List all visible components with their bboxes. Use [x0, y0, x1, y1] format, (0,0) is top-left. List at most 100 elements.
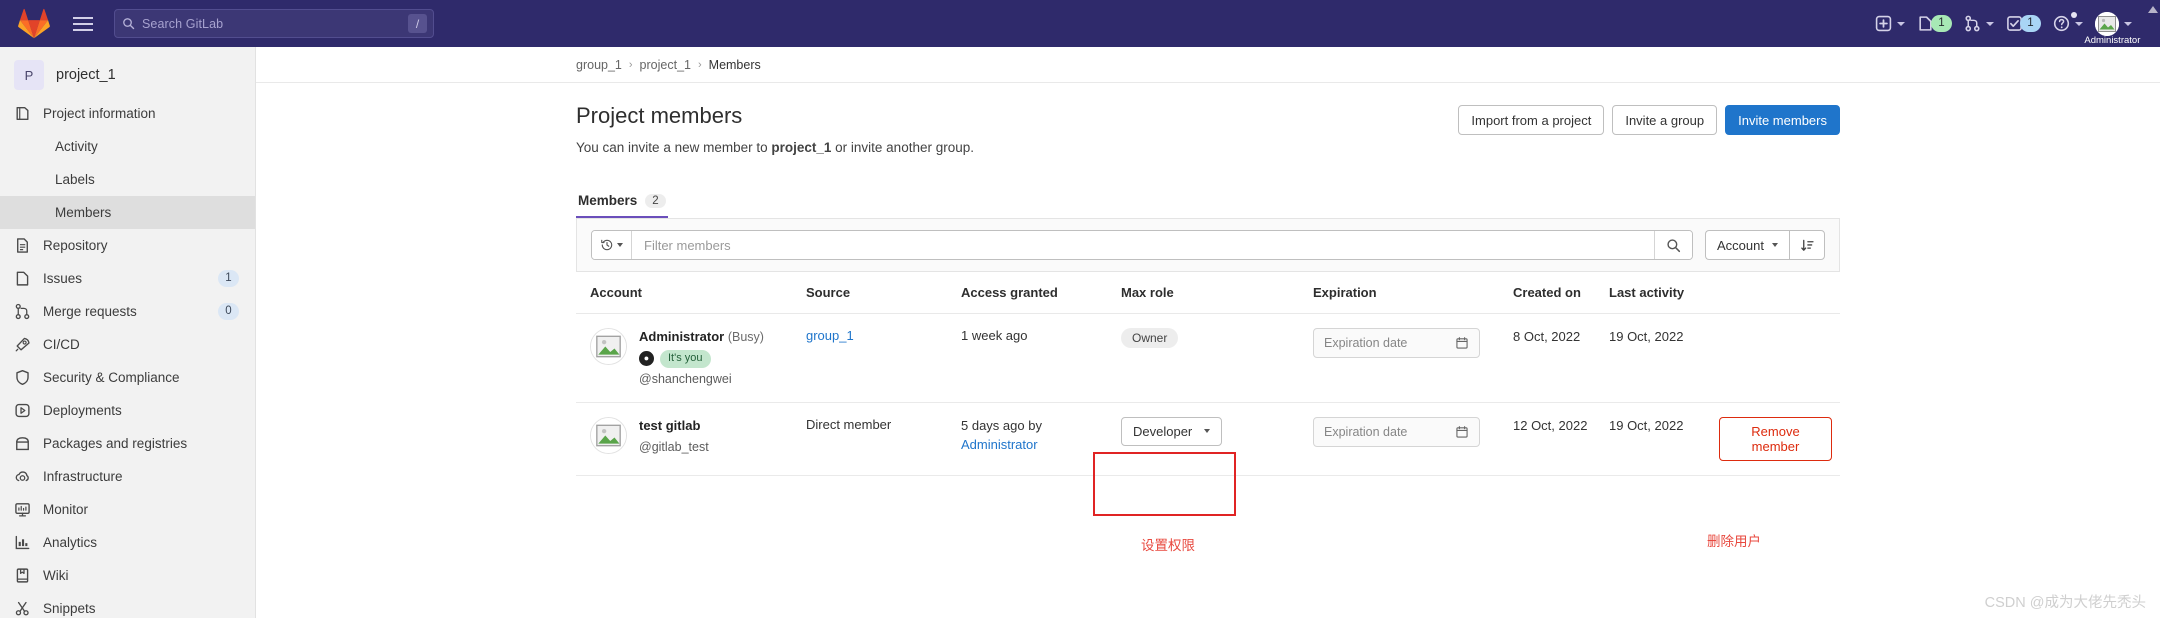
- sidebar-item-wiki[interactable]: Wiki: [0, 559, 255, 592]
- sidebar-item-deployments[interactable]: Deployments: [0, 394, 255, 427]
- gitlab-logo-icon[interactable]: [18, 8, 50, 40]
- filter-search-button[interactable]: [1654, 231, 1693, 259]
- global-search-box[interactable]: Search GitLab /: [114, 9, 434, 38]
- expiration-date-input[interactable]: Expiration date: [1313, 416, 1480, 447]
- members-table-head: Account Source Access granted Max role E…: [576, 272, 1840, 314]
- create-new-button[interactable]: [1869, 0, 1911, 47]
- sidebar-item-labels[interactable]: Labels: [0, 163, 255, 196]
- wiki-book-icon: [16, 568, 29, 583]
- member-name[interactable]: Administrator: [639, 329, 724, 344]
- source-group-link[interactable]: group_1: [806, 328, 854, 343]
- todos-count-badge: 1: [2020, 15, 2041, 32]
- sidebar-item-activity[interactable]: Activity: [0, 130, 255, 163]
- member-status-note: (Busy): [727, 330, 764, 344]
- page-subtitle-project: project_1: [771, 140, 832, 155]
- shield-icon: [16, 370, 29, 385]
- search-placeholder: Search GitLab: [142, 16, 224, 31]
- status-emoji-icon[interactable]: ●: [639, 351, 654, 367]
- max-role-dropdown[interactable]: Developer: [1121, 416, 1223, 446]
- sidebar-item-label: Wiki: [43, 568, 69, 583]
- sidebar-item-label: Deployments: [43, 403, 122, 418]
- chevron-down-icon: [2124, 21, 2132, 26]
- sidebar-item-snippets[interactable]: Snippets: [0, 592, 255, 618]
- tab-label: Members: [578, 193, 638, 208]
- user-menu-button[interactable]: Administrator: [2084, 0, 2140, 47]
- expiration-placeholder: Expiration date: [1324, 336, 1408, 350]
- sidebar-item-members[interactable]: Members: [0, 196, 255, 229]
- calendar-icon: [1456, 426, 1468, 438]
- breadcrumb-separator-icon: ›: [628, 58, 633, 71]
- sidebar-item-ci-cd[interactable]: CI/CD: [0, 328, 255, 361]
- breadcrumb-item-project[interactable]: project_1: [640, 58, 691, 72]
- user-name-label: Administrator: [2084, 35, 2141, 46]
- sidebar-item-repository[interactable]: Repository: [0, 229, 255, 262]
- sidebar-item-merge-requests[interactable]: Merge requests 0: [0, 295, 255, 328]
- help-button[interactable]: [2047, 0, 2089, 47]
- monitor-icon: [15, 503, 30, 517]
- column-header-last-activity: Last activity: [1609, 272, 1719, 314]
- expiration-date-input[interactable]: Expiration date: [1313, 328, 1480, 358]
- invite-members-button[interactable]: Invite members: [1725, 105, 1840, 135]
- annotation-label-delete-user: 删除用户: [1707, 534, 1761, 549]
- sidebar-item-infrastructure[interactable]: Infrastructure: [0, 460, 255, 493]
- sidebar-item-packages-registries[interactable]: Packages and registries: [0, 427, 255, 460]
- calendar-icon: [1456, 337, 1468, 349]
- watermark: CSDN @成为大佬先秃头: [1984, 595, 2146, 611]
- annotation-label-set-permission: 设置权限: [1141, 538, 1195, 553]
- members-tabs: Members 2: [576, 185, 1840, 219]
- max-role-badge: Owner: [1121, 328, 1179, 348]
- cell-access-granted: 5 days ago by Administrator: [961, 402, 1121, 476]
- breadcrumb: group_1 › project_1 › Members: [256, 47, 2160, 83]
- hamburger-menu-icon[interactable]: [66, 7, 100, 41]
- project-info-icon: [16, 106, 29, 121]
- remove-member-button[interactable]: Remove member: [1719, 416, 1832, 461]
- merge-requests-button[interactable]: [1958, 0, 2000, 47]
- member-name[interactable]: test gitlab: [639, 418, 700, 433]
- column-header-access-granted: Access granted: [961, 272, 1121, 314]
- scroll-up-arrow-icon[interactable]: [2148, 6, 2158, 13]
- cell-account: test gitlab @gitlab_test: [576, 402, 806, 476]
- sidebar-item-label: Repository: [43, 238, 108, 253]
- cell-created-on: 8 Oct, 2022: [1513, 313, 1609, 403]
- sidebar-item-security-compliance[interactable]: Security & Compliance: [0, 361, 255, 394]
- invite-a-group-button[interactable]: Invite a group: [1612, 105, 1718, 135]
- gitlab-members-page: Search GitLab / 1 1 Administrator P proj…: [0, 0, 2160, 618]
- sidebar-item-project-information[interactable]: Project information: [0, 97, 255, 130]
- merge-request-icon: [1965, 15, 1980, 32]
- sidebar-item-analytics[interactable]: Analytics: [0, 526, 255, 559]
- sidebar-item-label: Members: [55, 205, 112, 220]
- sidebar-item-label: Merge requests: [43, 304, 137, 319]
- sidebar-item-label: Packages and registries: [43, 436, 188, 451]
- breadcrumb-item-group[interactable]: group_1: [576, 58, 622, 72]
- sidebar-project-header[interactable]: P project_1: [0, 53, 255, 97]
- cell-last-activity: 19 Oct, 2022: [1609, 313, 1719, 403]
- todos-button[interactable]: 1: [2000, 0, 2047, 47]
- repository-icon: [17, 238, 28, 253]
- import-from-project-button[interactable]: Import from a project: [1458, 105, 1605, 135]
- filter-members-input[interactable]: [632, 231, 1655, 259]
- page-action-buttons: Import from a project Invite a group Inv…: [1458, 103, 1840, 135]
- sidebar-item-issues[interactable]: Issues 1: [0, 262, 255, 295]
- chevron-down-icon: [1204, 429, 1211, 434]
- sidebar-item-monitor[interactable]: Monitor: [0, 493, 255, 526]
- plus-square-icon: [1875, 15, 1892, 32]
- avatar[interactable]: [590, 416, 627, 454]
- help-question-icon: [2053, 15, 2070, 32]
- column-header-expiration: Expiration: [1313, 272, 1513, 314]
- issues-count-badge: 1: [218, 270, 239, 287]
- sort-controls: Account: [1705, 230, 1825, 260]
- max-role-value: Developer: [1133, 423, 1193, 439]
- merge-requests-count-badge: 0: [218, 303, 239, 320]
- avatar[interactable]: [590, 328, 627, 365]
- assigned-issues-button[interactable]: 1: [1911, 0, 1958, 47]
- tab-members[interactable]: Members 2: [576, 193, 668, 218]
- column-header-source: Source: [806, 272, 961, 314]
- members-table-body: Administrator (Busy) ● It's you @shanche…: [576, 313, 1840, 476]
- sort-by-dropdown[interactable]: Account: [1705, 230, 1789, 260]
- chevron-down-icon: [1986, 21, 1994, 26]
- filter-history-button[interactable]: [592, 231, 632, 259]
- access-granted-value: 1 week ago: [961, 328, 1028, 343]
- sort-direction-button[interactable]: [1789, 230, 1825, 260]
- top-nav-right-group: 1 1 Administrator: [1869, 0, 2140, 47]
- access-granted-by-link[interactable]: Administrator: [961, 436, 1113, 455]
